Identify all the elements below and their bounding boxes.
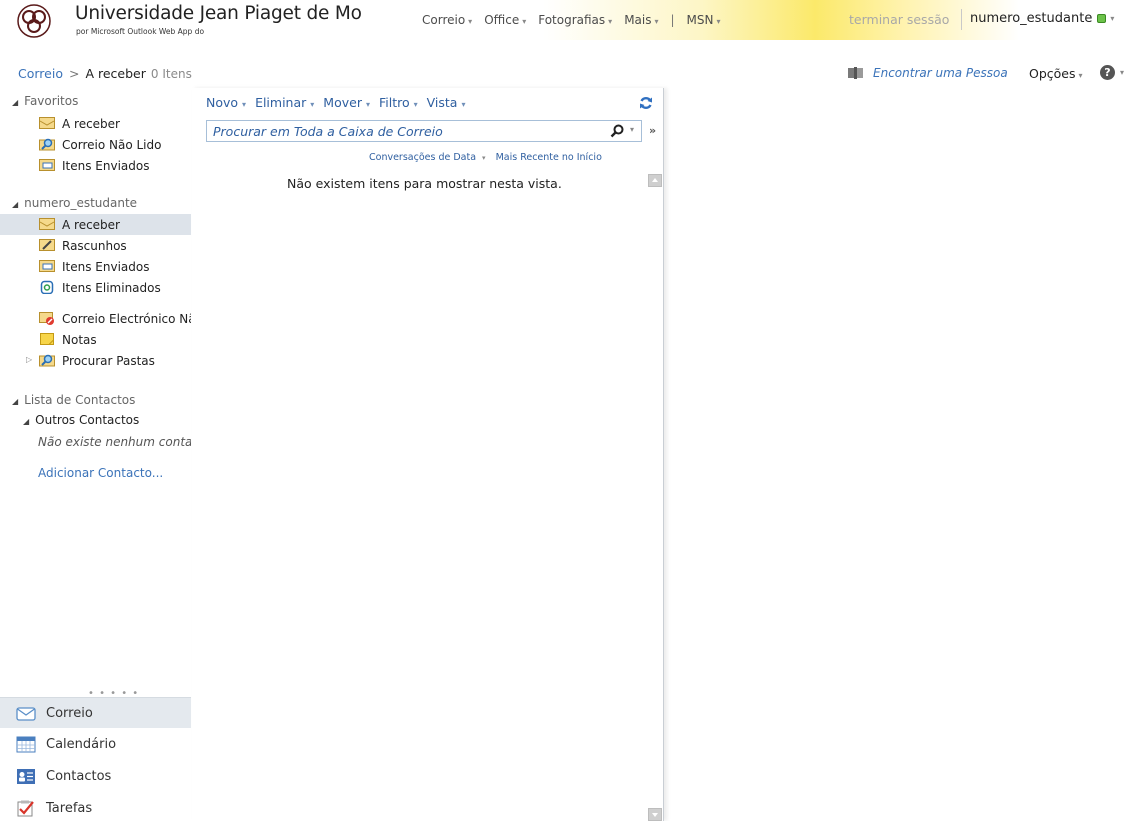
topnav-fotografias[interactable]: Fotografias ▾ — [538, 13, 612, 27]
new-button[interactable]: Novo ▾ — [206, 95, 246, 110]
other-contacts-header[interactable]: ◢ Outros Contactos — [23, 413, 139, 427]
drafts-icon — [39, 239, 55, 251]
folder-inbox[interactable]: A receber — [0, 214, 191, 235]
delete-button[interactable]: Eliminar ▾ — [255, 95, 314, 110]
collapse-triangle-icon: ◢ — [12, 397, 19, 406]
search-folder-icon — [39, 138, 55, 151]
contact-list-header[interactable]: ◢ Lista de Contactos — [12, 393, 135, 407]
chevron-down-icon: ▾ — [522, 17, 527, 26]
folder-junk-mail[interactable]: Correio Electrónico Não — [0, 308, 191, 329]
breadcrumb-current: A receber — [85, 66, 146, 81]
fav-unread-mail[interactable]: Correio Não Lido — [0, 134, 191, 155]
chevron-down-icon: ▾ — [716, 17, 721, 26]
message-toolbar: Novo ▾ Eliminar ▾ Mover ▾ Filtro ▾ Vista ▾ — [206, 95, 474, 110]
top-header: Universidade Jean Piaget de Mo por Micro… — [0, 0, 1132, 40]
logout-link[interactable]: terminar sessão — [849, 12, 949, 27]
folder-sent-items[interactable]: Itens Enviados — [0, 256, 191, 277]
sort-order-link[interactable]: Mais Recente no Início — [496, 152, 602, 163]
options-menu[interactable]: Opções ▾ — [1029, 66, 1083, 81]
favorites-header[interactable]: ◢ Favoritos — [12, 94, 78, 108]
add-contact-link[interactable]: Adicionar Contacto... — [38, 466, 163, 480]
junk-mail-icon — [39, 312, 54, 325]
help-icon[interactable]: ? — [1100, 65, 1115, 80]
nav-separator: | — [670, 13, 675, 27]
expand-triangle-icon[interactable]: ▷ — [26, 355, 32, 364]
message-list-pane — [192, 88, 664, 821]
collapse-triangle-icon: ◢ — [23, 417, 30, 426]
chevron-down-icon: ▾ — [1110, 14, 1115, 23]
find-person-link[interactable]: Encontrar uma Pessoa — [848, 66, 1008, 80]
chevron-down-icon: ▾ — [461, 100, 466, 109]
topnav-office[interactable]: Office ▾ — [484, 13, 526, 27]
topnav-correio[interactable]: Correio ▾ — [422, 13, 472, 27]
mailbox-header[interactable]: ◢ numero_estudante — [12, 196, 137, 210]
search-input[interactable] — [207, 121, 602, 141]
chevron-down-icon[interactable]: ▾ — [1120, 68, 1124, 77]
username: numero_estudante — [970, 11, 1093, 26]
scroll-down-button[interactable] — [648, 808, 662, 821]
scroll-up-button[interactable] — [648, 174, 662, 187]
mailbox-search: ▾ — [206, 120, 642, 142]
org-subtitle: por Microsoft Outlook Web App do — [76, 27, 205, 36]
chevron-down-icon: ▾ — [242, 100, 247, 109]
collapse-triangle-icon: ◢ — [12, 200, 19, 209]
chevron-down-icon: ▾ — [365, 100, 370, 109]
fav-inbox[interactable]: A receber — [0, 113, 191, 134]
folder-deleted-items[interactable]: Itens Eliminados — [0, 277, 191, 298]
chevron-down-icon: ▾ — [310, 100, 315, 109]
topnav-msn[interactable]: MSN ▾ — [687, 13, 721, 27]
item-count: 0 Itens — [150, 67, 192, 81]
move-button[interactable]: Mover ▾ — [323, 95, 370, 110]
org-title: Universidade Jean Piaget de Mo — [75, 3, 362, 24]
topnav-mais[interactable]: Mais ▾ — [624, 13, 658, 27]
view-button[interactable]: Vista ▾ — [427, 95, 466, 110]
folder-notes[interactable]: Notas — [0, 329, 191, 350]
presence-status-icon — [1097, 14, 1107, 23]
folder-search-folders[interactable]: ▷ Procurar Pastas — [0, 350, 191, 371]
no-contacts-message: Não existe nenhum contacto — [38, 435, 191, 449]
search-icon[interactable] — [610, 124, 624, 138]
sent-items-icon — [39, 260, 55, 272]
contacts-icon — [17, 769, 35, 784]
module-contacts[interactable]: Contactos — [0, 761, 191, 792]
refresh-icon[interactable] — [639, 96, 653, 110]
chevron-down-icon: ▾ — [1078, 71, 1083, 80]
inbox-icon — [39, 218, 55, 230]
breadcrumb: Correio > A receber 0 Itens — [18, 66, 192, 81]
collapse-triangle-icon: ◢ — [12, 98, 19, 107]
search-folder-icon — [39, 354, 55, 367]
inbox-icon — [39, 117, 55, 129]
chevron-down-icon: ▾ — [654, 17, 659, 26]
chevron-down-icon: ▾ — [608, 17, 613, 26]
filter-button[interactable]: Filtro ▾ — [379, 95, 418, 110]
mail-icon — [16, 707, 36, 721]
module-tasks[interactable]: Tarefas — [0, 793, 191, 821]
chevron-down-icon: ▾ — [468, 17, 473, 26]
calendar-icon — [16, 736, 36, 753]
sent-items-icon — [39, 159, 55, 171]
breadcrumb-arrow-icon: > — [68, 66, 80, 81]
expand-search-icon[interactable]: » — [649, 124, 656, 137]
notes-icon — [40, 333, 54, 345]
chevron-down-icon[interactable]: ▾ — [482, 154, 486, 162]
arrange-by-menu[interactable]: Conversações de Data — [369, 152, 476, 163]
breadcrumb-correio[interactable]: Correio — [18, 66, 63, 81]
search-options-chevron-icon[interactable]: ▾ — [630, 125, 634, 134]
folder-drafts[interactable]: Rascunhos — [0, 235, 191, 256]
top-nav: Correio ▾ Office ▾ Fotografias ▾ Mais ▾ | MS… — [422, 13, 733, 27]
divider — [961, 9, 962, 30]
university-logo — [17, 4, 51, 38]
fav-sent-items[interactable]: Itens Enviados — [0, 155, 191, 176]
address-book-icon — [848, 67, 864, 79]
empty-list-message: Não existem itens para mostrar nesta vis… — [287, 176, 562, 191]
sort-row: Conversações de Data ▾ Mais Recente no Iní… — [369, 152, 602, 163]
deleted-items-icon — [40, 280, 54, 294]
tasks-icon — [17, 800, 34, 817]
chevron-down-icon: ▾ — [413, 100, 418, 109]
module-mail[interactable]: Correio — [0, 697, 191, 728]
user-menu[interactable]: numero_estudante ▾ — [970, 11, 1114, 26]
left-navigation: ◢ Favoritos A receber Correio Não Lido It… — [0, 88, 191, 821]
module-calendar[interactable]: Calendário — [0, 729, 191, 760]
